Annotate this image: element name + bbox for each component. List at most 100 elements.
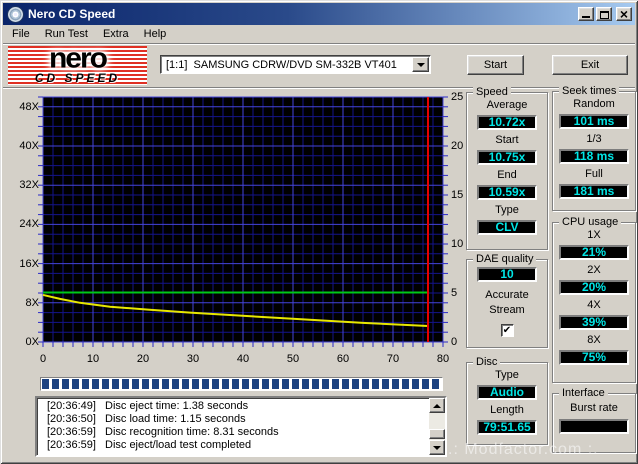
label-type: Type xyxy=(495,204,519,216)
label-random: Random xyxy=(573,98,615,110)
lcd-full: 181 ms xyxy=(559,184,629,199)
label-2x: 2X xyxy=(587,264,601,276)
window-title: Nero CD Speed xyxy=(28,7,116,21)
chevron-down-icon xyxy=(416,62,425,71)
label-1x: 1X xyxy=(587,229,601,241)
arrow-down-icon xyxy=(433,445,441,454)
log-time: [20:36:49] xyxy=(47,400,96,412)
x-axis-label-30: 30 xyxy=(186,353,200,365)
cpu-usage-panel-title: CPU usage xyxy=(559,216,622,228)
lcd-type: Audio xyxy=(477,385,537,400)
label-1-3: 1/3 xyxy=(586,133,602,145)
exit-button[interactable]: Exit xyxy=(552,55,628,75)
y-axis-left-label-48x: 48X xyxy=(19,100,39,113)
y-axis-right-label-10: 10 xyxy=(451,238,464,250)
label-4x: 4X xyxy=(587,299,601,311)
y-axis-left-label-8x: 8X xyxy=(25,296,39,309)
lcd-type: CLV xyxy=(477,220,537,235)
scroll-down-button[interactable] xyxy=(429,440,445,455)
y-axis-right-label-5: 5 xyxy=(451,287,458,299)
x-axis-label-20: 20 xyxy=(136,353,150,365)
arrow-up-icon xyxy=(433,400,441,408)
y-axis-left-label-32x: 32X xyxy=(19,179,39,192)
label-start: Start xyxy=(495,134,519,146)
y-axis-left-label-0x: 0X xyxy=(25,336,39,348)
lcd-length: 79:51.65 xyxy=(477,420,537,435)
burst-rate-label: Burst rate xyxy=(570,402,618,414)
label-8x: 8X xyxy=(587,334,601,346)
window-controls: × xyxy=(576,7,632,21)
start-button[interactable]: Start xyxy=(467,55,524,75)
menu-item-extra[interactable]: Extra xyxy=(96,26,137,43)
lcd-1-3: 118 ms xyxy=(559,149,629,164)
log-text: Disc load time: 1.15 seconds xyxy=(105,413,246,425)
x-axis-label-0: 0 xyxy=(39,353,47,365)
maximize-button[interactable] xyxy=(596,7,612,21)
log-time: [20:36:50] xyxy=(47,413,96,425)
disc-panel-title: Disc xyxy=(473,356,501,368)
drive-select[interactable]: [1:1] SAMSUNG CDRW/DVD SM-332B VT401 xyxy=(160,55,431,74)
divider xyxy=(3,87,635,89)
log-text: Disc eject/load test completed xyxy=(105,439,252,451)
x-axis-label-40: 40 xyxy=(236,353,250,365)
nero-logo-text: nero xyxy=(48,46,108,75)
y-axis-right-label-0: 0 xyxy=(451,336,458,348)
lcd-8x: 75% xyxy=(559,350,629,365)
log-text: Disc recognition time: 8.31 seconds xyxy=(105,426,279,438)
x-axis-label-50: 50 xyxy=(286,353,300,365)
seek-times-panel-title: Seek times xyxy=(559,85,620,97)
speed-panel-title: Speed xyxy=(473,86,511,98)
lcd-end: 10.59x xyxy=(477,185,537,200)
progress-bar xyxy=(40,377,443,391)
cpu-usage-panel: CPU usage 1X 21% 2X 20% 4X 39% 8X 75% xyxy=(552,216,636,383)
drive-select-value: [1:1] SAMSUNG CDRW/DVD SM-332B VT401 xyxy=(166,58,397,71)
x-axis-label-80: 80 xyxy=(436,353,450,365)
lcd-random: 101 ms xyxy=(559,114,629,129)
log-box[interactable]: [20:36:49] Disc eject time: 1.38 seconds[… xyxy=(35,396,447,457)
close-button[interactable]: × xyxy=(616,7,632,21)
lcd-2x: 20% xyxy=(559,280,629,295)
y-axis-right-label-15: 15 xyxy=(451,189,464,201)
lcd-1x: 21% xyxy=(559,245,629,260)
dae-quality-panel-title: DAE quality xyxy=(473,253,537,265)
lcd-average: 10.72x xyxy=(477,115,537,130)
x-axis-label-10: 10 xyxy=(86,353,100,365)
nero-logo: nero CD SPEED xyxy=(8,46,147,85)
lcd-start: 10.75x xyxy=(477,150,537,165)
scroll-thumb[interactable] xyxy=(429,429,445,439)
log-lines: [20:36:49] Disc eject time: 1.38 seconds[… xyxy=(47,400,426,453)
lcd-dae-quality: 10 xyxy=(477,267,537,282)
y-axis-right-label-20: 20 xyxy=(451,140,464,152)
accurate-stream-label: Stream xyxy=(489,304,525,316)
minimize-icon xyxy=(582,16,590,18)
accurate-stream-checkbox[interactable]: ✔ xyxy=(500,324,514,337)
log-scrollbar[interactable] xyxy=(429,398,445,455)
titlebar: Nero CD Speed × xyxy=(3,3,635,25)
scroll-up-button[interactable] xyxy=(429,398,445,413)
maximize-icon xyxy=(599,11,609,19)
dae-quality-panel: DAE quality 10 Accurate Stream ✔ xyxy=(466,253,548,348)
cd-icon xyxy=(8,6,23,22)
disc-panel: Disc Type Audio Length 79:51.65 xyxy=(466,356,548,445)
drive-dropdown-button[interactable] xyxy=(412,57,429,72)
progress-fill xyxy=(42,379,441,389)
x-axis-label-60: 60 xyxy=(336,353,350,365)
minimize-button[interactable] xyxy=(578,7,594,21)
log-line: [20:36:50] Disc load time: 1.15 seconds xyxy=(47,413,426,426)
y-axis-left-label-16x: 16X xyxy=(19,257,39,270)
menu-item-help[interactable]: Help xyxy=(137,26,175,43)
menu-item-file[interactable]: File xyxy=(5,26,38,43)
label-length: Length xyxy=(490,404,524,416)
log-line: [20:36:49] Disc eject time: 1.38 seconds xyxy=(47,400,426,413)
label-type: Type xyxy=(495,369,519,381)
menubar: File Run Test Extra Help xyxy=(3,25,635,43)
log-text: Disc eject time: 1.38 seconds xyxy=(105,400,249,412)
menu-item-run-test[interactable]: Run Test xyxy=(38,26,96,43)
y-axis-left-label-24x: 24X xyxy=(19,218,39,231)
label-average: Average xyxy=(486,99,528,111)
app-window: Nero CD Speed × File Run Test Extra Help ne… xyxy=(0,0,638,464)
x-axis-label-70: 70 xyxy=(386,353,400,365)
y-axis-right-label-25: 25 xyxy=(451,91,464,103)
log-time: [20:36:59] xyxy=(47,426,96,438)
interface-panel: Interface Burst rate xyxy=(552,387,636,453)
